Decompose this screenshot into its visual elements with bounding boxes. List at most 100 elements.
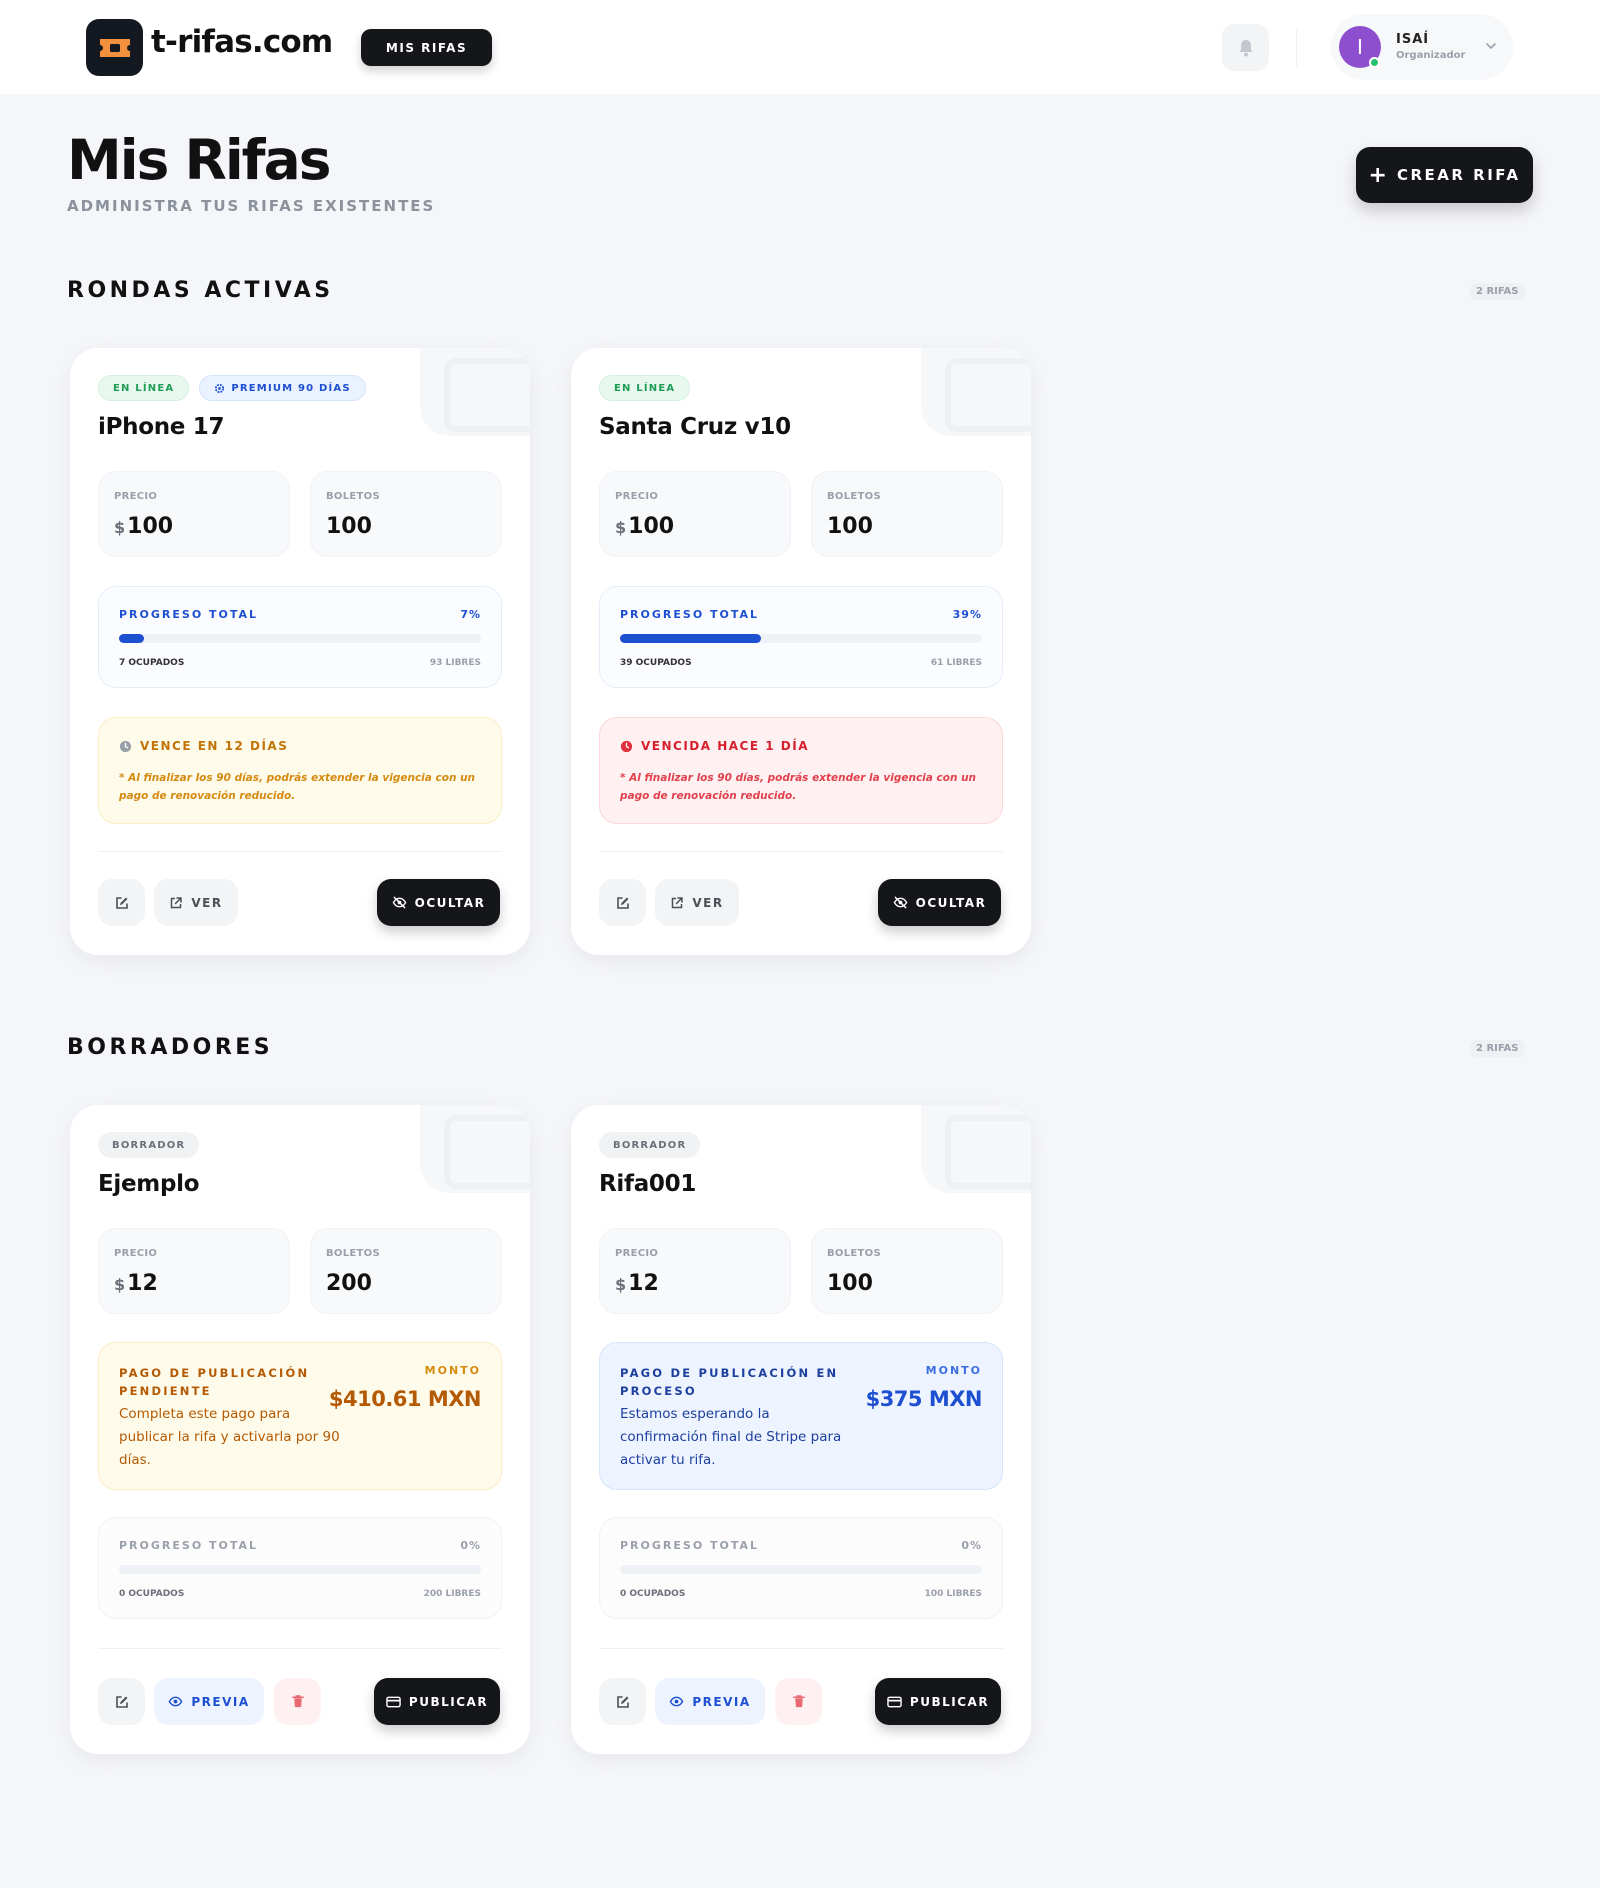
expiry-alert-note: * Al finalizar los 90 días, podrás exten… (620, 772, 977, 802)
free-count: 93 LIBRES (429, 658, 481, 668)
progress-panel: PROGRESO TOTAL 39% 39 OCUPADOS 61 LIBRES (599, 586, 1003, 688)
publish-button[interactable]: PUBLICAR (875, 1678, 1001, 1725)
tickets-label: BOLETOS (827, 491, 881, 502)
expiry-alert-title: VENCE EN 12 DÍAS (140, 739, 289, 753)
notifications-button[interactable] (1222, 24, 1269, 71)
preview-label: PREVIA (692, 1694, 751, 1709)
preview-button[interactable]: PREVIA (655, 1678, 765, 1725)
brand-logo[interactable] (86, 19, 143, 76)
price-stat: PRECIO $12 (98, 1228, 290, 1314)
progress-track (620, 1565, 982, 1574)
card-divider (98, 1648, 502, 1649)
card-divider (98, 851, 502, 852)
tickets-stat: BOLETOS 100 (310, 471, 502, 557)
progress-percent: 39% (952, 608, 982, 621)
tickets-stat: BOLETOS 100 (811, 1228, 1003, 1314)
price-stat: PRECIO $100 (98, 471, 290, 557)
progress-label: PROGRESO TOTAL (620, 1539, 760, 1552)
eye-off-icon (392, 896, 406, 909)
expiry-alert-title: VENCIDA HACE 1 DÍA (641, 739, 809, 753)
progress-track (119, 1565, 481, 1574)
currency-symbol: $ (615, 518, 627, 537)
progress-track (620, 634, 982, 643)
tickets-stat: BOLETOS 100 (811, 471, 1003, 557)
view-button[interactable]: VER (655, 879, 739, 926)
occupied-count: 39 OCUPADOS (620, 658, 692, 668)
edit-button[interactable] (98, 1678, 145, 1725)
payment-panel: PAGO DE PUBLICACIÓN PENDIENTE Completa e… (98, 1342, 502, 1490)
eye-icon (669, 1696, 684, 1707)
edit-button[interactable] (599, 879, 646, 926)
free-count: 200 LIBRES (423, 1589, 481, 1599)
progress-panel: PROGRESO TOTAL 0% 0 OCUPADOS 200 LIBRES (98, 1517, 502, 1619)
occupied-count: 7 OCUPADOS (119, 658, 185, 668)
price-amount: 12 (127, 1271, 158, 1296)
currency-symbol: $ (114, 1275, 126, 1294)
preview-button[interactable]: PREVIA (154, 1678, 264, 1725)
payment-title: PAGO DE PUBLICACIÓN PENDIENTE (119, 1366, 310, 1398)
card-decoration (921, 348, 1031, 436)
create-raffle-button[interactable]: + CREAR RIFA (1356, 147, 1533, 203)
delete-button[interactable] (775, 1678, 822, 1725)
expiry-alert-header: VENCE EN 12 DÍAS (119, 739, 288, 753)
delete-button[interactable] (274, 1678, 321, 1725)
price-amount: 100 (628, 514, 675, 539)
raffle-title: Santa Cruz v10 (599, 414, 791, 440)
trash-icon (291, 1695, 304, 1708)
expiry-alert: VENCE EN 12 DÍAS * Al finalizar los 90 d… (98, 717, 502, 824)
view-label: VER (692, 895, 724, 910)
status-badge-online: EN LÍNEA (98, 375, 190, 401)
edit-icon (115, 896, 128, 909)
raffle-title: Ejemplo (98, 1171, 200, 1197)
user-role: Organizador (1396, 50, 1466, 61)
hide-button[interactable]: OCULTAR (878, 879, 1001, 926)
price-value: $12 (114, 1271, 158, 1296)
section-count-drafts: 2 RIFAS (1470, 1040, 1525, 1057)
card-decoration (420, 1105, 530, 1193)
premium-badge-label: PREMIUM 90 DÍAS (231, 382, 351, 394)
section-count-active: 2 RIFAS (1470, 283, 1525, 300)
hide-button[interactable]: OCULTAR (377, 879, 500, 926)
tickets-value: 100 (326, 514, 372, 539)
price-value: $12 (615, 1271, 659, 1296)
price-label: PRECIO (615, 1248, 659, 1259)
publish-button[interactable]: PUBLICAR (374, 1678, 500, 1725)
price-value: $100 (114, 514, 173, 539)
gear-icon (215, 383, 225, 393)
page-subtitle: ADMINISTRA TUS RIFAS EXISTENTES (67, 197, 436, 215)
publish-label: PUBLICAR (408, 1694, 489, 1709)
tickets-label: BOLETOS (827, 1248, 881, 1259)
card-decoration (921, 1105, 1031, 1193)
price-amount: 100 (127, 514, 174, 539)
bell-icon (1239, 39, 1252, 56)
top-bar: t-rifas.com MIS RIFAS I ISAÍ Organizador (0, 0, 1600, 94)
currency-symbol: $ (615, 1275, 627, 1294)
create-raffle-label: CREAR RIFA (1396, 166, 1521, 184)
card-divider (599, 851, 1003, 852)
user-menu[interactable]: I ISAÍ Organizador (1331, 14, 1513, 80)
edit-icon (115, 1695, 128, 1708)
edit-button[interactable] (599, 1678, 646, 1725)
price-stat: PRECIO $12 (599, 1228, 791, 1314)
status-badge-draft: BORRADOR (599, 1132, 701, 1158)
edit-icon (616, 896, 629, 909)
external-link-icon (171, 896, 183, 908)
view-button[interactable]: VER (154, 879, 238, 926)
user-name: ISAÍ (1396, 32, 1430, 47)
hide-label: OCULTAR (915, 895, 987, 910)
online-status-dot (1369, 57, 1380, 68)
edit-button[interactable] (98, 879, 145, 926)
expiry-alert-note: * Al finalizar los 90 días, podrás exten… (119, 772, 476, 802)
raffle-title: iPhone 17 (98, 414, 225, 440)
occupied-count: 0 OCUPADOS (620, 1589, 686, 1599)
raffle-title: Rifa001 (599, 1171, 697, 1197)
brand-name[interactable]: t-rifas.com (151, 24, 333, 60)
section-title-active: RONDAS ACTIVAS (67, 278, 334, 303)
occupied-count: 0 OCUPADOS (119, 1589, 185, 1599)
section-title-drafts: BORRADORES (67, 1035, 274, 1060)
price-label: PRECIO (615, 491, 659, 502)
nav-mis-rifas[interactable]: MIS RIFAS (361, 29, 492, 66)
price-value: $100 (615, 514, 674, 539)
credit-card-icon (887, 1696, 902, 1707)
credit-card-icon (386, 1696, 401, 1707)
